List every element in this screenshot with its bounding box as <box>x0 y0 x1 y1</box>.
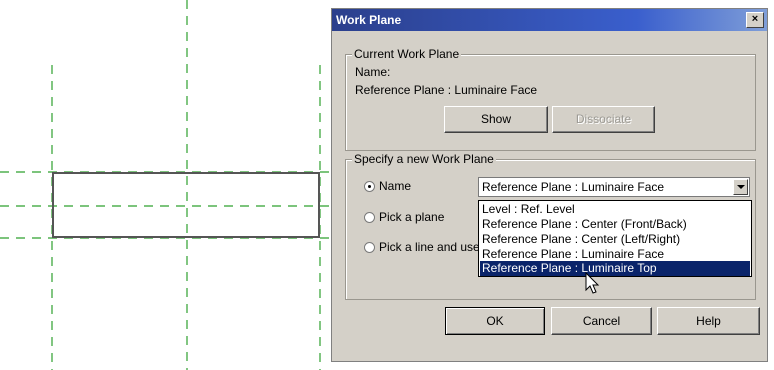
dropdown-option[interactable]: Level : Ref. Level <box>480 202 750 217</box>
dropdown-option[interactable]: Reference Plane : Luminaire Face <box>480 247 750 262</box>
chevron-down-icon[interactable] <box>733 179 748 195</box>
pick-line-radio-label[interactable]: Pick a line and use <box>379 240 480 254</box>
show-button[interactable]: Show <box>444 106 548 133</box>
pick-plane-radio[interactable] <box>364 212 375 223</box>
close-button[interactable]: × <box>746 12 764 28</box>
work-plane-dropdown-list: Level : Ref. Level Reference Plane : Cen… <box>478 200 752 277</box>
combo-value: Reference Plane : Luminaire Face <box>482 180 665 194</box>
work-plane-name-combo[interactable]: Reference Plane : Luminaire Face <box>478 177 750 197</box>
help-button[interactable]: Help <box>657 307 760 335</box>
specify-work-plane-legend: Specify a new Work Plane <box>352 152 496 166</box>
mouse-cursor-icon <box>585 272 600 294</box>
name-label: Name: <box>355 65 391 79</box>
luminaire-box <box>52 172 320 238</box>
dialog-title: Work Plane <box>336 13 402 27</box>
dissociate-button[interactable]: Dissociate <box>552 106 655 133</box>
dropdown-option[interactable]: Reference Plane : Center (Front/Back) <box>480 217 750 232</box>
dropdown-option-selected[interactable]: Reference Plane : Luminaire Top <box>480 261 750 276</box>
name-radio-label[interactable]: Name <box>379 179 411 193</box>
pick-plane-radio-label[interactable]: Pick a plane <box>379 210 444 224</box>
drawing-canvas[interactable] <box>0 0 330 370</box>
current-plane-name: Reference Plane : Luminaire Face <box>355 83 538 97</box>
cancel-button[interactable]: Cancel <box>551 307 652 335</box>
current-work-plane-legend: Current Work Plane <box>352 47 462 61</box>
pick-line-radio[interactable] <box>364 242 375 253</box>
ok-button[interactable]: OK <box>445 307 545 335</box>
work-plane-dialog: Work Plane × Current Work Plane Name: Re… <box>331 8 768 362</box>
current-work-plane-group: Current Work Plane Name: Reference Plane… <box>345 47 756 151</box>
dropdown-option[interactable]: Reference Plane : Center (Left/Right) <box>480 232 750 247</box>
name-radio[interactable] <box>364 181 375 192</box>
title-bar[interactable]: Work Plane × <box>332 9 767 31</box>
